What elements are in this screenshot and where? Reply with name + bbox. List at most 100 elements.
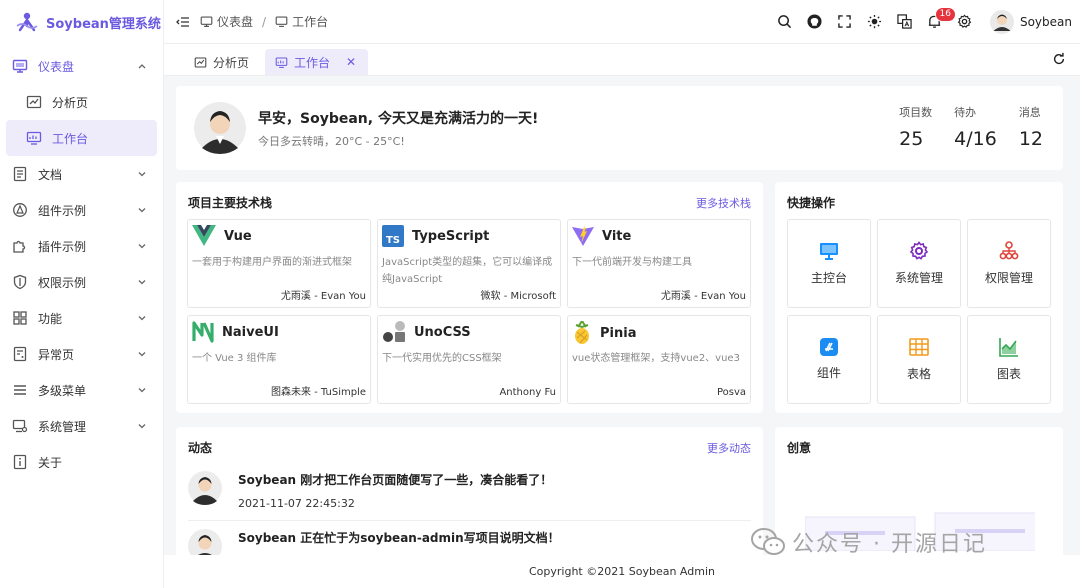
close-icon[interactable]: ✕ <box>346 55 356 69</box>
project-desc: vue状态管理框架，支持vue2、vue3 <box>572 353 740 364</box>
refresh-button[interactable] <box>1052 52 1066 66</box>
tab-bar: 分析页 工作台 ✕ <box>164 44 1080 76</box>
app-store-icon <box>820 338 838 356</box>
quick-action-label: 主控台 <box>810 271 847 285</box>
sidebar-item-features[interactable]: 功能 <box>6 300 157 336</box>
stat-value: 4/16 <box>954 128 997 150</box>
translate-icon <box>897 14 913 29</box>
sidebar-item-dashboard[interactable]: 仪表盘 <box>6 48 157 84</box>
sidebar-item-multi-menu[interactable]: 多级菜单 <box>6 372 157 408</box>
greeting-text: 早安，Soybean, 今天又是充满活力的一天! <box>258 111 539 127</box>
username: Soybean <box>1019 14 1072 29</box>
sidebar-item-about[interactable]: 关于 <box>6 444 157 480</box>
sidebar-item-system[interactable]: 系统管理 <box>6 408 157 444</box>
user-menu[interactable]: Soybean <box>989 9 1072 34</box>
stat-messages: 消息 12 <box>1019 104 1043 150</box>
quick-action-console[interactable]: 主控台 <box>787 219 871 308</box>
info-icon <box>12 454 28 470</box>
project-name: UnoCSS <box>414 324 471 340</box>
tab-label: 分析页 <box>213 55 250 70</box>
project-card-naiveui[interactable]: NaiveUI 一个 Vue 3 组件库 图森未来 - TuSimple <box>187 315 371 404</box>
language-button[interactable] <box>890 7 920 37</box>
project-name: NaiveUI <box>222 324 279 340</box>
sidebar-item-label: 关于 <box>38 455 63 470</box>
sidebar-item-components[interactable]: 组件示例 <box>6 192 157 228</box>
more-tech-link[interactable]: 更多技术栈 <box>696 195 751 211</box>
desktop-icon <box>275 56 288 69</box>
project-name: Vue <box>224 228 252 244</box>
settings-button[interactable] <box>950 7 980 37</box>
desktop-icon <box>275 15 288 28</box>
monitor-icon <box>200 15 213 28</box>
sidebar-item-plugins[interactable]: 插件示例 <box>6 228 157 264</box>
breadcrumb-label: 仪表盘 <box>217 15 254 29</box>
sidebar-item-label: 插件示例 <box>38 239 87 254</box>
sidebar-item-workbench[interactable]: 工作台 <box>6 120 157 156</box>
typescript-icon: TS <box>382 225 404 247</box>
github-button[interactable] <box>800 7 830 37</box>
project-desc: 一套用于构建用户界面的渐进式框架 <box>192 257 352 268</box>
tab-workbench[interactable]: 工作台 ✕ <box>265 49 369 75</box>
sidebar-item-permissions[interactable]: 权限示例 <box>6 264 157 300</box>
soybean-logo-icon <box>16 12 38 32</box>
sidebar-item-label: 仪表盘 <box>38 59 75 74</box>
sidebar-item-analysis[interactable]: 分析页 <box>6 84 157 120</box>
quick-action-table[interactable]: 表格 <box>877 315 961 404</box>
breadcrumb: 仪表盘 / 工作台 <box>200 13 328 30</box>
header-actions: 16 Soybean <box>770 6 1080 37</box>
collapse-menu-button[interactable] <box>168 7 198 37</box>
sidebar-item-docs[interactable]: 文档 <box>6 156 157 192</box>
quick-actions-card: 快捷操作 主控台 系统管理 权限管理 组件 表格 图表 <box>775 182 1063 413</box>
card-title: 快捷操作 <box>787 196 836 210</box>
chevron-down-icon <box>137 241 147 251</box>
quick-action-chart[interactable]: 图表 <box>967 315 1051 404</box>
chart-icon <box>26 94 42 110</box>
fullscreen-button[interactable] <box>830 7 860 37</box>
avatar <box>989 9 1014 34</box>
more-activity-link[interactable]: 更多动态 <box>707 440 751 456</box>
project-card-typescript[interactable]: TS TypeScript JavaScript类型的超集，它可以编译成纯Jav… <box>377 219 561 308</box>
svg-text:TS: TS <box>386 235 400 246</box>
project-author: 微软 - Microsoft <box>480 291 556 302</box>
project-author: 图森未来 - TuSimple <box>270 387 366 398</box>
chevron-down-icon <box>137 205 147 215</box>
quick-action-components[interactable]: 组件 <box>787 315 871 404</box>
chart-icon <box>194 56 207 69</box>
project-card-vue[interactable]: Vue 一套用于构建用户界面的渐进式框架 尤雨溪 - Evan You <box>187 219 371 308</box>
tab-analysis[interactable]: 分析页 <box>184 49 261 75</box>
avatar <box>188 471 222 505</box>
activity-text: Soybean 刚才把工作台页面随便写了一些，凑合能看了！ <box>238 473 553 487</box>
stat-projects: 项目数 25 <box>899 104 932 150</box>
quick-action-permission[interactable]: 权限管理 <box>967 219 1051 308</box>
wechat-icon <box>750 527 786 557</box>
vue-icon <box>192 225 216 247</box>
sidebar-item-label: 组件示例 <box>38 203 87 218</box>
stat-todo: 待办 4/16 <box>954 104 997 150</box>
breadcrumb-item[interactable]: 工作台 <box>275 13 328 30</box>
fullscreen-icon <box>838 15 852 28</box>
desktop-icon <box>26 130 42 146</box>
project-author: 尤雨溪 - Evan You <box>660 291 746 302</box>
search-button[interactable] <box>770 7 800 37</box>
warning-page-icon <box>12 346 28 362</box>
settings-monitor-icon <box>12 418 28 434</box>
stat-label: 消息 <box>1018 106 1041 119</box>
logo[interactable]: Soybean管理系统 <box>0 0 163 44</box>
activity-time: 2021-11-07 22:45:32 <box>238 497 355 510</box>
project-card-pinia[interactable]: Pinia vue状态管理框架，支持vue2、vue3 Posva <box>567 315 751 404</box>
theme-toggle-button[interactable] <box>860 7 890 37</box>
gear-icon <box>909 241 929 261</box>
sidebar-item-exception[interactable]: 异常页 <box>6 336 157 372</box>
breadcrumb-item[interactable]: 仪表盘 <box>200 13 253 30</box>
card-title: 创意 <box>787 441 812 455</box>
project-desc: 下一代实用优先的CSS框架 <box>382 353 502 364</box>
top-header: 仪表盘 / 工作台 16 Soybean <box>164 0 1080 44</box>
notification-button[interactable]: 16 <box>920 6 956 37</box>
project-card-unocss[interactable]: UnoCSS 下一代实用优先的CSS框架 Anthony Fu <box>377 315 561 404</box>
sidebar: Soybean管理系统 仪表盘 分析页 工作台 文档 组件示例 插件示例 权限示… <box>0 0 164 588</box>
puzzle-icon <box>12 238 28 254</box>
project-card-vite[interactable]: Vite 下一代前端开发与构建工具 尤雨溪 - Evan You <box>567 219 751 308</box>
quick-action-label: 组件 <box>816 366 841 380</box>
quick-action-system[interactable]: 系统管理 <box>877 219 961 308</box>
quick-action-label: 系统管理 <box>894 271 943 285</box>
